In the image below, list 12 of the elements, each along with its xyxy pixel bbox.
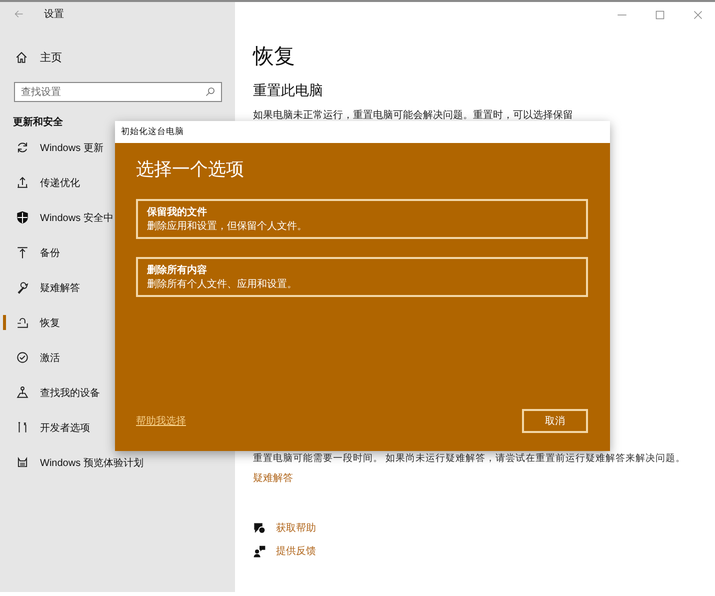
option-description: 删除应用和设置，但保留个人文件。 [147, 220, 308, 233]
page-title: 恢复 [253, 44, 296, 70]
option-title: 删除所有内容 [147, 263, 208, 277]
option-title: 保留我的文件 [147, 206, 208, 219]
window-title: 设置 [44, 8, 64, 21]
dialog-heading: 选择一个选项 [136, 158, 245, 181]
section-heading: 更新和安全 [13, 116, 63, 130]
description-text: 如果电脑未正常运行，重置电脑可能会解决问题。重置时，可以选择保留 [253, 108, 574, 122]
option-description: 删除所有个人文件、应用和设置。 [147, 278, 298, 291]
section-heading: 重置此电脑 [253, 82, 324, 100]
dialog-title: 初始化这台电脑 [115, 121, 610, 143]
note-text: 重置电脑可能需要一段时间。 如果尚未运行疑难解答，请尝试在重置前运行疑难解答来解决问题。 [253, 452, 687, 465]
